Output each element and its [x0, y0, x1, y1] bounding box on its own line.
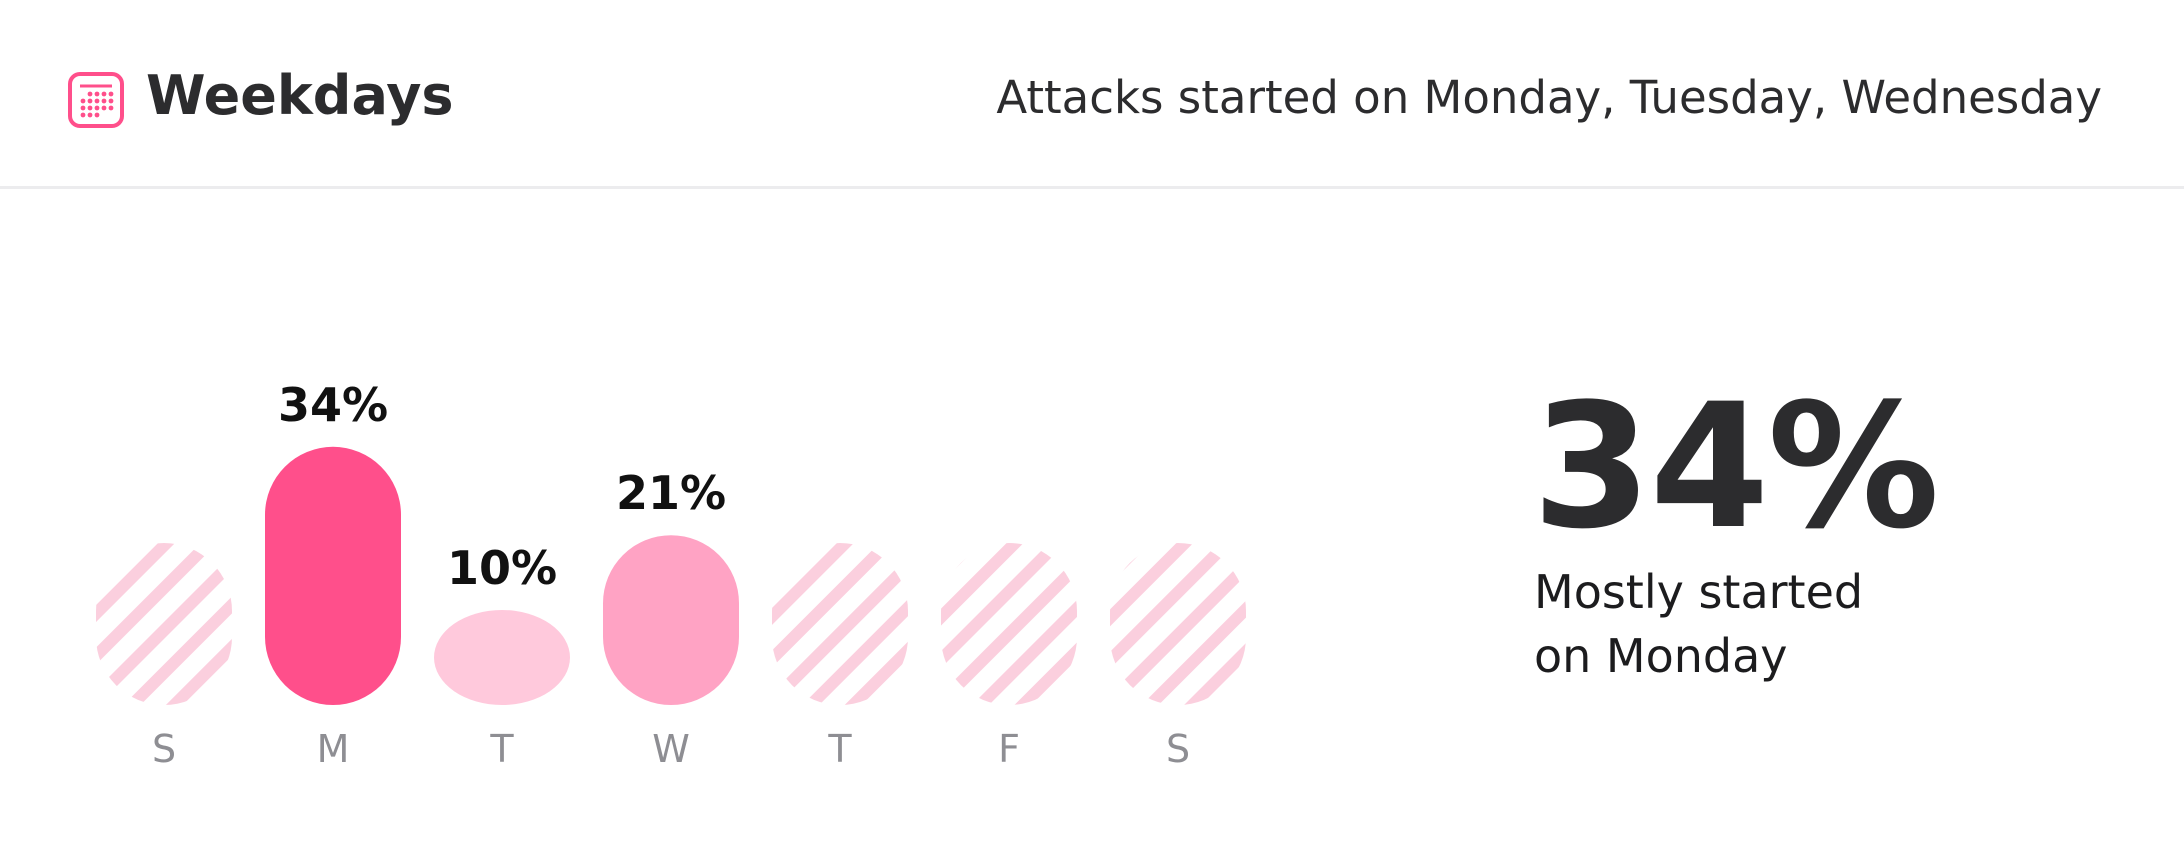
card-title: Weekdays: [146, 64, 454, 127]
weekday-chart: S 34% M 10% T 21% W T F S: [96, 378, 1246, 771]
day-label: W: [652, 727, 690, 771]
day-label: T: [827, 727, 852, 771]
empty-day-bar: [1110, 543, 1246, 705]
empty-day-bar: [941, 543, 1077, 705]
day-label: M: [317, 727, 350, 771]
day-label: S: [152, 727, 176, 771]
day-bar: [434, 610, 570, 705]
card-header: Weekdays Attacks started on Monday, Tues…: [0, 0, 2184, 189]
day-label: F: [998, 727, 1020, 771]
bar-value-label: 10%: [447, 541, 557, 595]
day-label: S: [1166, 727, 1190, 771]
day-label: T: [489, 727, 514, 771]
highlight-caption-line1: Mostly started: [1534, 565, 1864, 619]
empty-day-bar: [772, 543, 908, 705]
day-bar: [603, 535, 739, 705]
highlight-caption-line2: on Monday: [1534, 629, 1788, 683]
bar-value-label: 34%: [278, 378, 388, 432]
empty-day-bar: [96, 543, 232, 705]
calendar-icon: [68, 72, 124, 128]
highlight-value: 34%: [1532, 366, 1940, 567]
attack-days-summary: Attacks started on Monday, Tuesday, Wedn…: [996, 71, 2102, 124]
bar-value-label: 21%: [616, 466, 726, 520]
highlight-caption: Mostly started on Monday: [1534, 560, 1954, 688]
day-bar: [265, 446, 401, 705]
